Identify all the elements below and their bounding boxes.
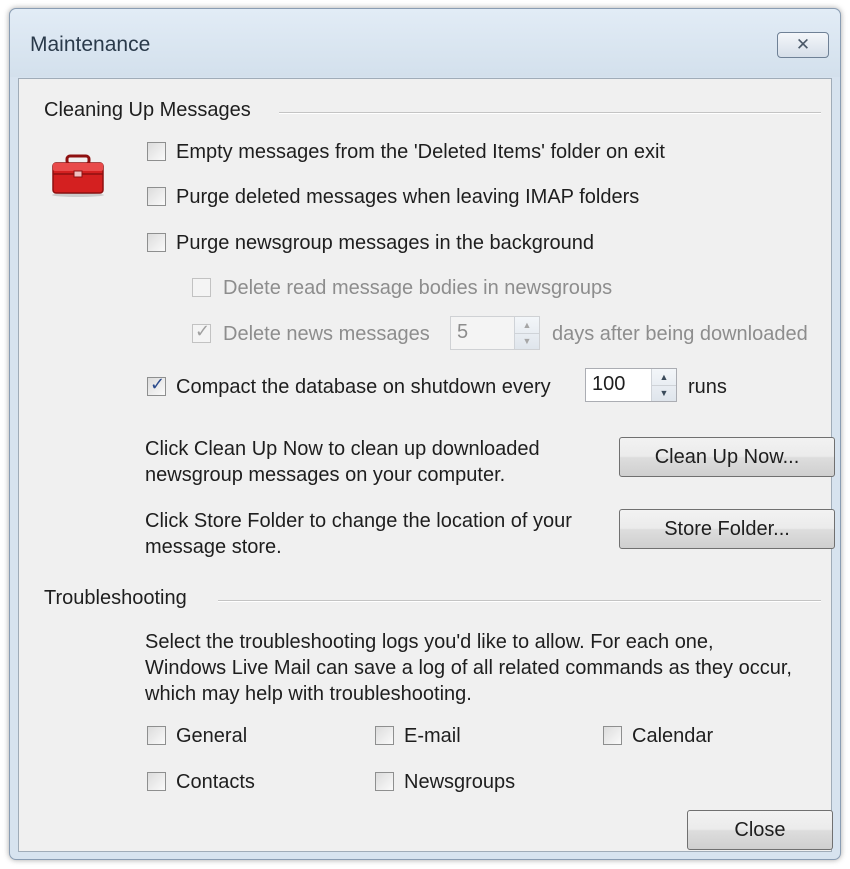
spin-down-icon[interactable]: ▼: [515, 333, 539, 349]
log-calendar-label: Calendar: [632, 725, 714, 747]
troubleshooting-description: Select the troubleshooting logs you'd li…: [145, 631, 792, 705]
log-newsgroups-label: Newsgroups: [404, 771, 516, 793]
purge-imap-label: Purge deleted messages when leaving IMAP…: [176, 186, 640, 208]
log-general-label: General: [176, 725, 248, 747]
title-bar[interactable]: Maintenance ✕: [10, 9, 840, 77]
spin-up-icon[interactable]: ▲: [652, 369, 676, 386]
store-folder-description: Click Store Folder to change the locatio…: [145, 510, 572, 558]
delete-read-bodies-label: Delete read message bodies in newsgroups: [223, 277, 613, 299]
purge-imap-checkbox[interactable]: [147, 187, 166, 206]
log-email-label: E-mail: [404, 725, 461, 747]
compact-database-checkbox[interactable]: [147, 374, 166, 396]
log-newsgroups-checkbox[interactable]: [375, 772, 394, 791]
purge-newsgroup-checkbox[interactable]: [147, 233, 166, 252]
empty-deleted-items-label: Empty messages from the 'Deleted Items' …: [176, 141, 665, 163]
store-folder-button[interactable]: Store Folder...: [619, 509, 835, 549]
log-general-checkbox[interactable]: [147, 726, 166, 745]
empty-deleted-items-checkbox[interactable]: [147, 142, 166, 161]
log-contacts-checkbox[interactable]: [147, 772, 166, 791]
compact-runs-value: 100: [592, 373, 626, 395]
spin-down-icon[interactable]: ▼: [652, 385, 676, 401]
delete-read-bodies-checkbox[interactable]: [192, 278, 211, 297]
log-calendar-checkbox[interactable]: [603, 726, 622, 745]
close-button[interactable]: Close: [687, 810, 833, 850]
compact-runs-suffix: runs: [688, 376, 727, 398]
spin-up-icon[interactable]: ▲: [515, 317, 539, 334]
compact-database-label: Compact the database on shutdown every: [176, 376, 551, 398]
cleaning-group-divider: [279, 112, 821, 114]
troubleshooting-group-title: Troubleshooting: [44, 587, 187, 609]
compact-runs-arrows[interactable]: ▲ ▼: [651, 369, 676, 401]
cleaning-group-title: Cleaning Up Messages: [44, 99, 251, 121]
compact-runs-stepper[interactable]: 100 ▲ ▼: [585, 368, 677, 402]
log-contacts-label: Contacts: [176, 771, 255, 793]
delete-news-days-arrows[interactable]: ▲ ▼: [514, 317, 539, 349]
purge-newsgroup-label: Purge newsgroup messages in the backgrou…: [176, 232, 595, 254]
maintenance-dialog: Maintenance ✕ Cleaning Up Messages Empty…: [9, 8, 841, 860]
troubleshooting-group-divider: [218, 600, 821, 602]
clean-up-now-button[interactable]: Clean Up Now...: [619, 437, 835, 477]
title-close-button[interactable]: ✕: [777, 32, 829, 58]
dialog-body: Cleaning Up Messages Empty messages from…: [18, 78, 835, 852]
toolbox-icon: [52, 154, 104, 197]
delete-news-label: Delete news messages: [223, 323, 430, 345]
delete-news-suffix: days after being downloaded: [552, 323, 808, 345]
close-icon: ✕: [795, 35, 811, 54]
delete-news-days-value: 5: [457, 321, 469, 343]
dialog-title: Maintenance: [30, 33, 151, 56]
cleanup-description: Click Clean Up Now to clean up downloade…: [145, 438, 540, 486]
delete-news-days-stepper[interactable]: 5 ▲ ▼: [450, 316, 540, 350]
delete-news-checkbox[interactable]: [192, 321, 211, 343]
log-email-checkbox[interactable]: [375, 726, 394, 745]
